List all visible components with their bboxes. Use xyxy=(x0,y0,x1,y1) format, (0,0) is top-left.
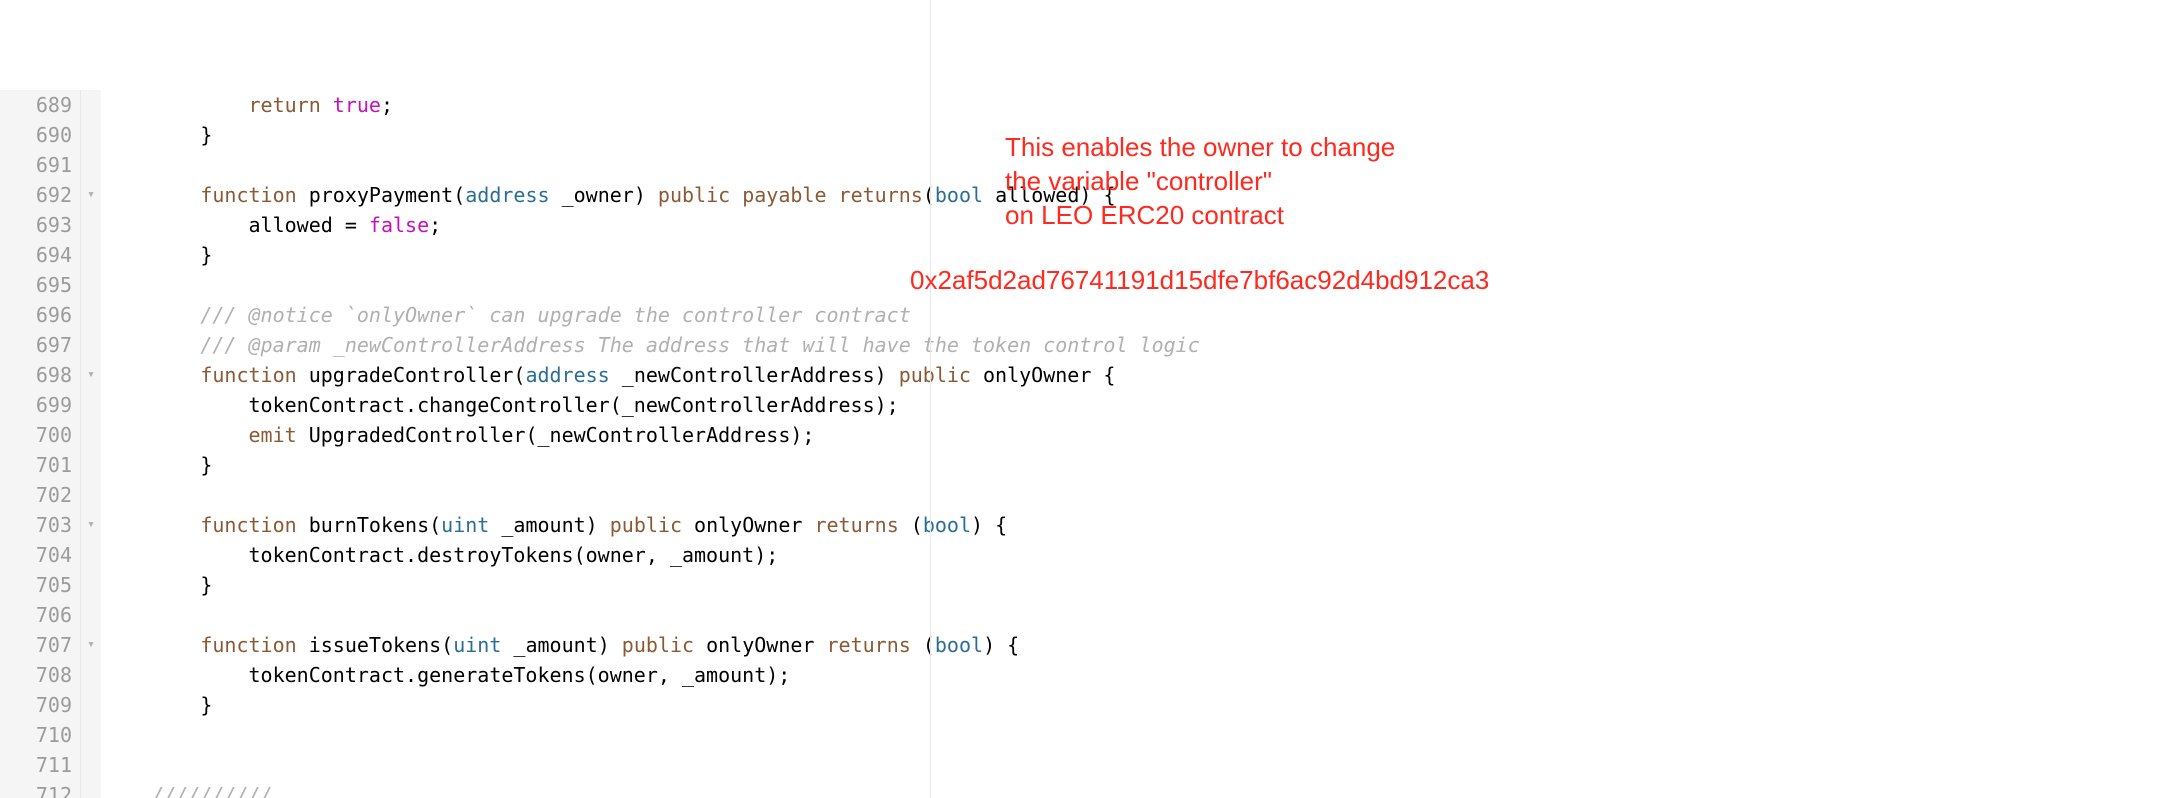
fold-toggle xyxy=(81,90,101,120)
fold-toggle xyxy=(81,660,101,690)
fold-toggle xyxy=(81,540,101,570)
fold-toggle xyxy=(81,120,101,150)
code-line[interactable]: 696 /// @notice `onlyOwner` can upgrade … xyxy=(0,300,2178,330)
code-content[interactable] xyxy=(101,600,104,630)
code-line[interactable]: 689 return true; xyxy=(0,90,2178,120)
code-line[interactable]: 701 } xyxy=(0,450,2178,480)
code-content[interactable]: } xyxy=(101,120,212,150)
line-number: 709 xyxy=(0,690,81,720)
code-content[interactable]: tokenContract.changeController(_newContr… xyxy=(101,390,899,420)
fold-toggle xyxy=(81,240,101,270)
line-number: 697 xyxy=(0,330,81,360)
code-line[interactable]: 707▾ function issueTokens(uint _amount) … xyxy=(0,630,2178,660)
annotation-text: This enables the owner to change the var… xyxy=(1005,130,1395,232)
code-content[interactable]: function burnTokens(uint _amount) public… xyxy=(101,510,1007,540)
line-number: 701 xyxy=(0,450,81,480)
code-content[interactable]: return true; xyxy=(101,90,393,120)
fold-toggle[interactable]: ▾ xyxy=(81,510,101,540)
code-content[interactable] xyxy=(101,720,104,750)
fold-toggle xyxy=(81,600,101,630)
annotation-address: 0x2af5d2ad76741191d15dfe7bf6ac92d4bd912c… xyxy=(910,265,1489,295)
line-number: 712 xyxy=(0,780,81,798)
line-number: 694 xyxy=(0,240,81,270)
fold-toggle xyxy=(81,330,101,360)
code-line[interactable]: 712 ////////// xyxy=(0,780,2178,798)
code-content[interactable] xyxy=(101,480,104,510)
code-line[interactable]: 697 /// @param _newControllerAddress The… xyxy=(0,330,2178,360)
annotation-line: This enables the owner to change xyxy=(1005,130,1395,164)
code-content[interactable]: tokenContract.destroyTokens(owner, _amou… xyxy=(101,540,778,570)
line-number: 698 xyxy=(0,360,81,390)
line-number: 703 xyxy=(0,510,81,540)
code-content[interactable]: } xyxy=(101,690,212,720)
fold-toggle xyxy=(81,780,101,798)
line-number: 692 xyxy=(0,180,81,210)
annotation-line: the variable "controller" xyxy=(1005,164,1395,198)
code-line[interactable]: 709 } xyxy=(0,690,2178,720)
code-content[interactable]: allowed = false; xyxy=(101,210,441,240)
code-line[interactable]: 711 xyxy=(0,750,2178,780)
fold-toggle xyxy=(81,270,101,300)
code-line[interactable]: 710 xyxy=(0,720,2178,750)
annotation-line: on LEO ERC20 contract xyxy=(1005,198,1395,232)
fold-toggle xyxy=(81,390,101,420)
code-content[interactable]: function issueTokens(uint _amount) publi… xyxy=(101,630,1019,660)
line-number: 699 xyxy=(0,390,81,420)
code-content[interactable]: /// @param _newControllerAddress The add… xyxy=(101,330,1200,360)
line-number: 707 xyxy=(0,630,81,660)
fold-toggle xyxy=(81,450,101,480)
fold-toggle[interactable]: ▾ xyxy=(81,180,101,210)
line-number: 710 xyxy=(0,720,81,750)
code-content[interactable] xyxy=(101,270,104,300)
line-number: 702 xyxy=(0,480,81,510)
code-content[interactable]: emit UpgradedController(_newControllerAd… xyxy=(101,420,814,450)
line-number: 708 xyxy=(0,660,81,690)
fold-toggle[interactable]: ▾ xyxy=(81,630,101,660)
line-number: 690 xyxy=(0,120,81,150)
code-line[interactable]: 703▾ function burnTokens(uint _amount) p… xyxy=(0,510,2178,540)
line-number: 711 xyxy=(0,750,81,780)
line-number: 706 xyxy=(0,600,81,630)
print-margin xyxy=(930,0,931,798)
line-number: 705 xyxy=(0,570,81,600)
line-number: 693 xyxy=(0,210,81,240)
code-content[interactable] xyxy=(101,750,104,780)
fold-toggle xyxy=(81,300,101,330)
fold-toggle xyxy=(81,480,101,510)
code-content[interactable]: } xyxy=(101,570,212,600)
code-editor[interactable]: 689 return true;690 }691692▾ function pr… xyxy=(0,0,2178,798)
fold-toggle xyxy=(81,210,101,240)
code-line[interactable]: 699 tokenContract.changeController(_newC… xyxy=(0,390,2178,420)
code-line[interactable]: 704 tokenContract.destroyTokens(owner, _… xyxy=(0,540,2178,570)
code-line[interactable]: 698▾ function upgradeController(address … xyxy=(0,360,2178,390)
code-content[interactable]: function proxyPayment(address _owner) pu… xyxy=(101,180,1116,210)
code-line[interactable]: 700 emit UpgradedController(_newControll… xyxy=(0,420,2178,450)
fold-toggle xyxy=(81,750,101,780)
code-line[interactable]: 705 } xyxy=(0,570,2178,600)
fold-toggle xyxy=(81,720,101,750)
line-number: 696 xyxy=(0,300,81,330)
code-content[interactable]: } xyxy=(101,450,212,480)
code-content[interactable]: /// @notice `onlyOwner` can upgrade the … xyxy=(101,300,911,330)
code-content[interactable]: ////////// xyxy=(101,780,273,798)
line-number: 689 xyxy=(0,90,81,120)
code-line[interactable]: 708 tokenContract.generateTokens(owner, … xyxy=(0,660,2178,690)
line-number: 704 xyxy=(0,540,81,570)
code-content[interactable]: } xyxy=(101,240,212,270)
line-number: 691 xyxy=(0,150,81,180)
fold-toggle xyxy=(81,420,101,450)
line-number: 700 xyxy=(0,420,81,450)
code-line[interactable]: 706 xyxy=(0,600,2178,630)
fold-toggle xyxy=(81,150,101,180)
code-content[interactable] xyxy=(101,150,104,180)
fold-toggle xyxy=(81,570,101,600)
code-content[interactable]: function upgradeController(address _newC… xyxy=(101,360,1115,390)
code-content[interactable]: tokenContract.generateTokens(owner, _amo… xyxy=(101,660,790,690)
line-number: 695 xyxy=(0,270,81,300)
code-line[interactable]: 702 xyxy=(0,480,2178,510)
fold-toggle xyxy=(81,690,101,720)
fold-toggle[interactable]: ▾ xyxy=(81,360,101,390)
